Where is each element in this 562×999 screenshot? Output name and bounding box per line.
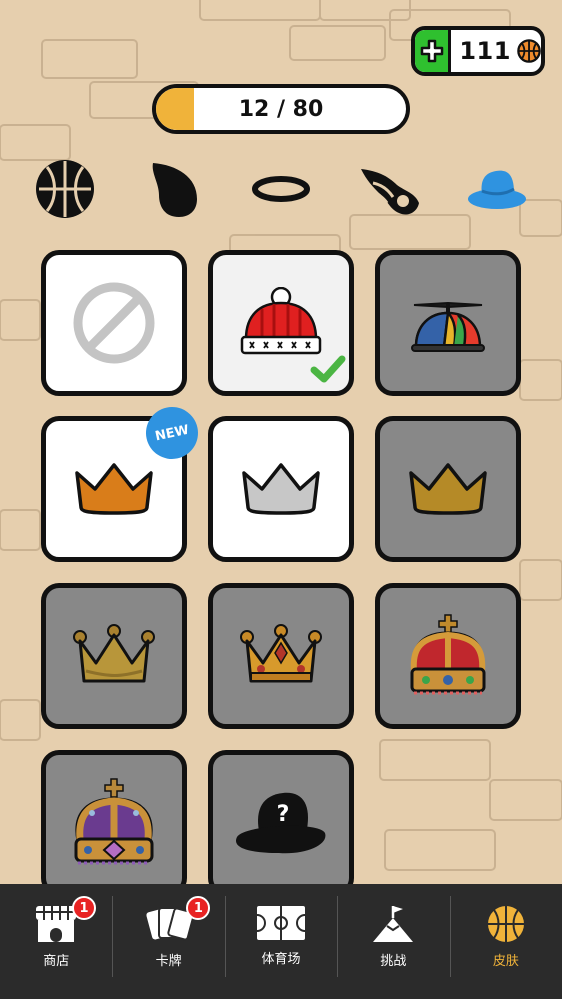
plus-icon [420, 39, 443, 63]
nav-item-skins[interactable]: 皮肤 [449, 884, 562, 999]
court-icon [256, 906, 306, 940]
category-shadow[interactable] [146, 160, 200, 220]
category-ball[interactable] [34, 158, 96, 220]
skin-tile-mystery-hat[interactable]: ? [208, 750, 354, 896]
nav-label: 卡牌 [155, 954, 182, 969]
progress-label: 12 / 80 [238, 96, 324, 122]
crown-icon [409, 463, 487, 515]
skin-tile-none[interactable] [41, 250, 187, 396]
drop-shadow-icon [152, 163, 197, 217]
collection-progress-bar: 12 / 80 [152, 84, 410, 134]
nav-item-challenge[interactable]: 挑战 [337, 884, 449, 999]
skin-tile-imperial-crown[interactable] [41, 750, 187, 896]
skin-tile-royal-crown[interactable] [375, 583, 521, 729]
crown-icon [240, 624, 322, 683]
skin-tile-jeweled-crown[interactable] [208, 583, 354, 729]
check-icon [310, 355, 346, 383]
nav-item-shop[interactable]: 商店 1 [0, 884, 112, 999]
nav-label: 体育场 [261, 952, 301, 967]
propeller-cap-icon [411, 301, 485, 352]
crown-icon [75, 463, 153, 515]
mystery-mark: ? [277, 802, 290, 827]
category-hat-selected[interactable] [466, 166, 528, 214]
nav-label: 商店 [43, 954, 70, 969]
crown-icon [242, 463, 320, 515]
basketball-icon [36, 160, 94, 218]
nav-label: 挑战 [380, 954, 407, 969]
nav-item-cards[interactable]: 卡牌 1 [112, 884, 224, 999]
mountain-flag-icon [373, 906, 414, 942]
basketball-icon [517, 39, 541, 63]
skin-tile-propeller-cap[interactable] [375, 250, 521, 396]
category-fire[interactable] [358, 162, 422, 218]
nav-label-active: 皮肤 [492, 954, 519, 969]
cards-icon [146, 907, 193, 941]
notification-badge: 1 [72, 896, 96, 920]
flame-trail-icon [361, 169, 419, 215]
currency-counter[interactable]: 111 [411, 26, 545, 76]
ring-icon [252, 176, 310, 202]
skin-tile-ball-crown[interactable] [41, 583, 187, 729]
mystery-hat-icon: ? [236, 792, 326, 854]
skin-tile-silver-crown[interactable] [208, 416, 354, 562]
add-currency-button[interactable] [415, 30, 452, 72]
notification-badge: 1 [186, 896, 211, 920]
currency-amount: 111 [459, 37, 511, 65]
crown-icon [74, 778, 154, 865]
no-symbol-icon [73, 282, 155, 364]
crown-icon [410, 614, 486, 695]
hat-icon [468, 170, 526, 209]
category-hoop[interactable] [250, 174, 312, 204]
beanie-icon [240, 287, 322, 355]
bottom-navigation: 商店 1 卡牌 1 体育场 挑战 皮肤 [0, 884, 562, 999]
crown-icon [73, 624, 155, 683]
skin-tile-gold-crown[interactable] [375, 416, 521, 562]
nav-item-stadium[interactable]: 体育场 [224, 884, 337, 999]
basketball-icon [487, 906, 524, 942]
